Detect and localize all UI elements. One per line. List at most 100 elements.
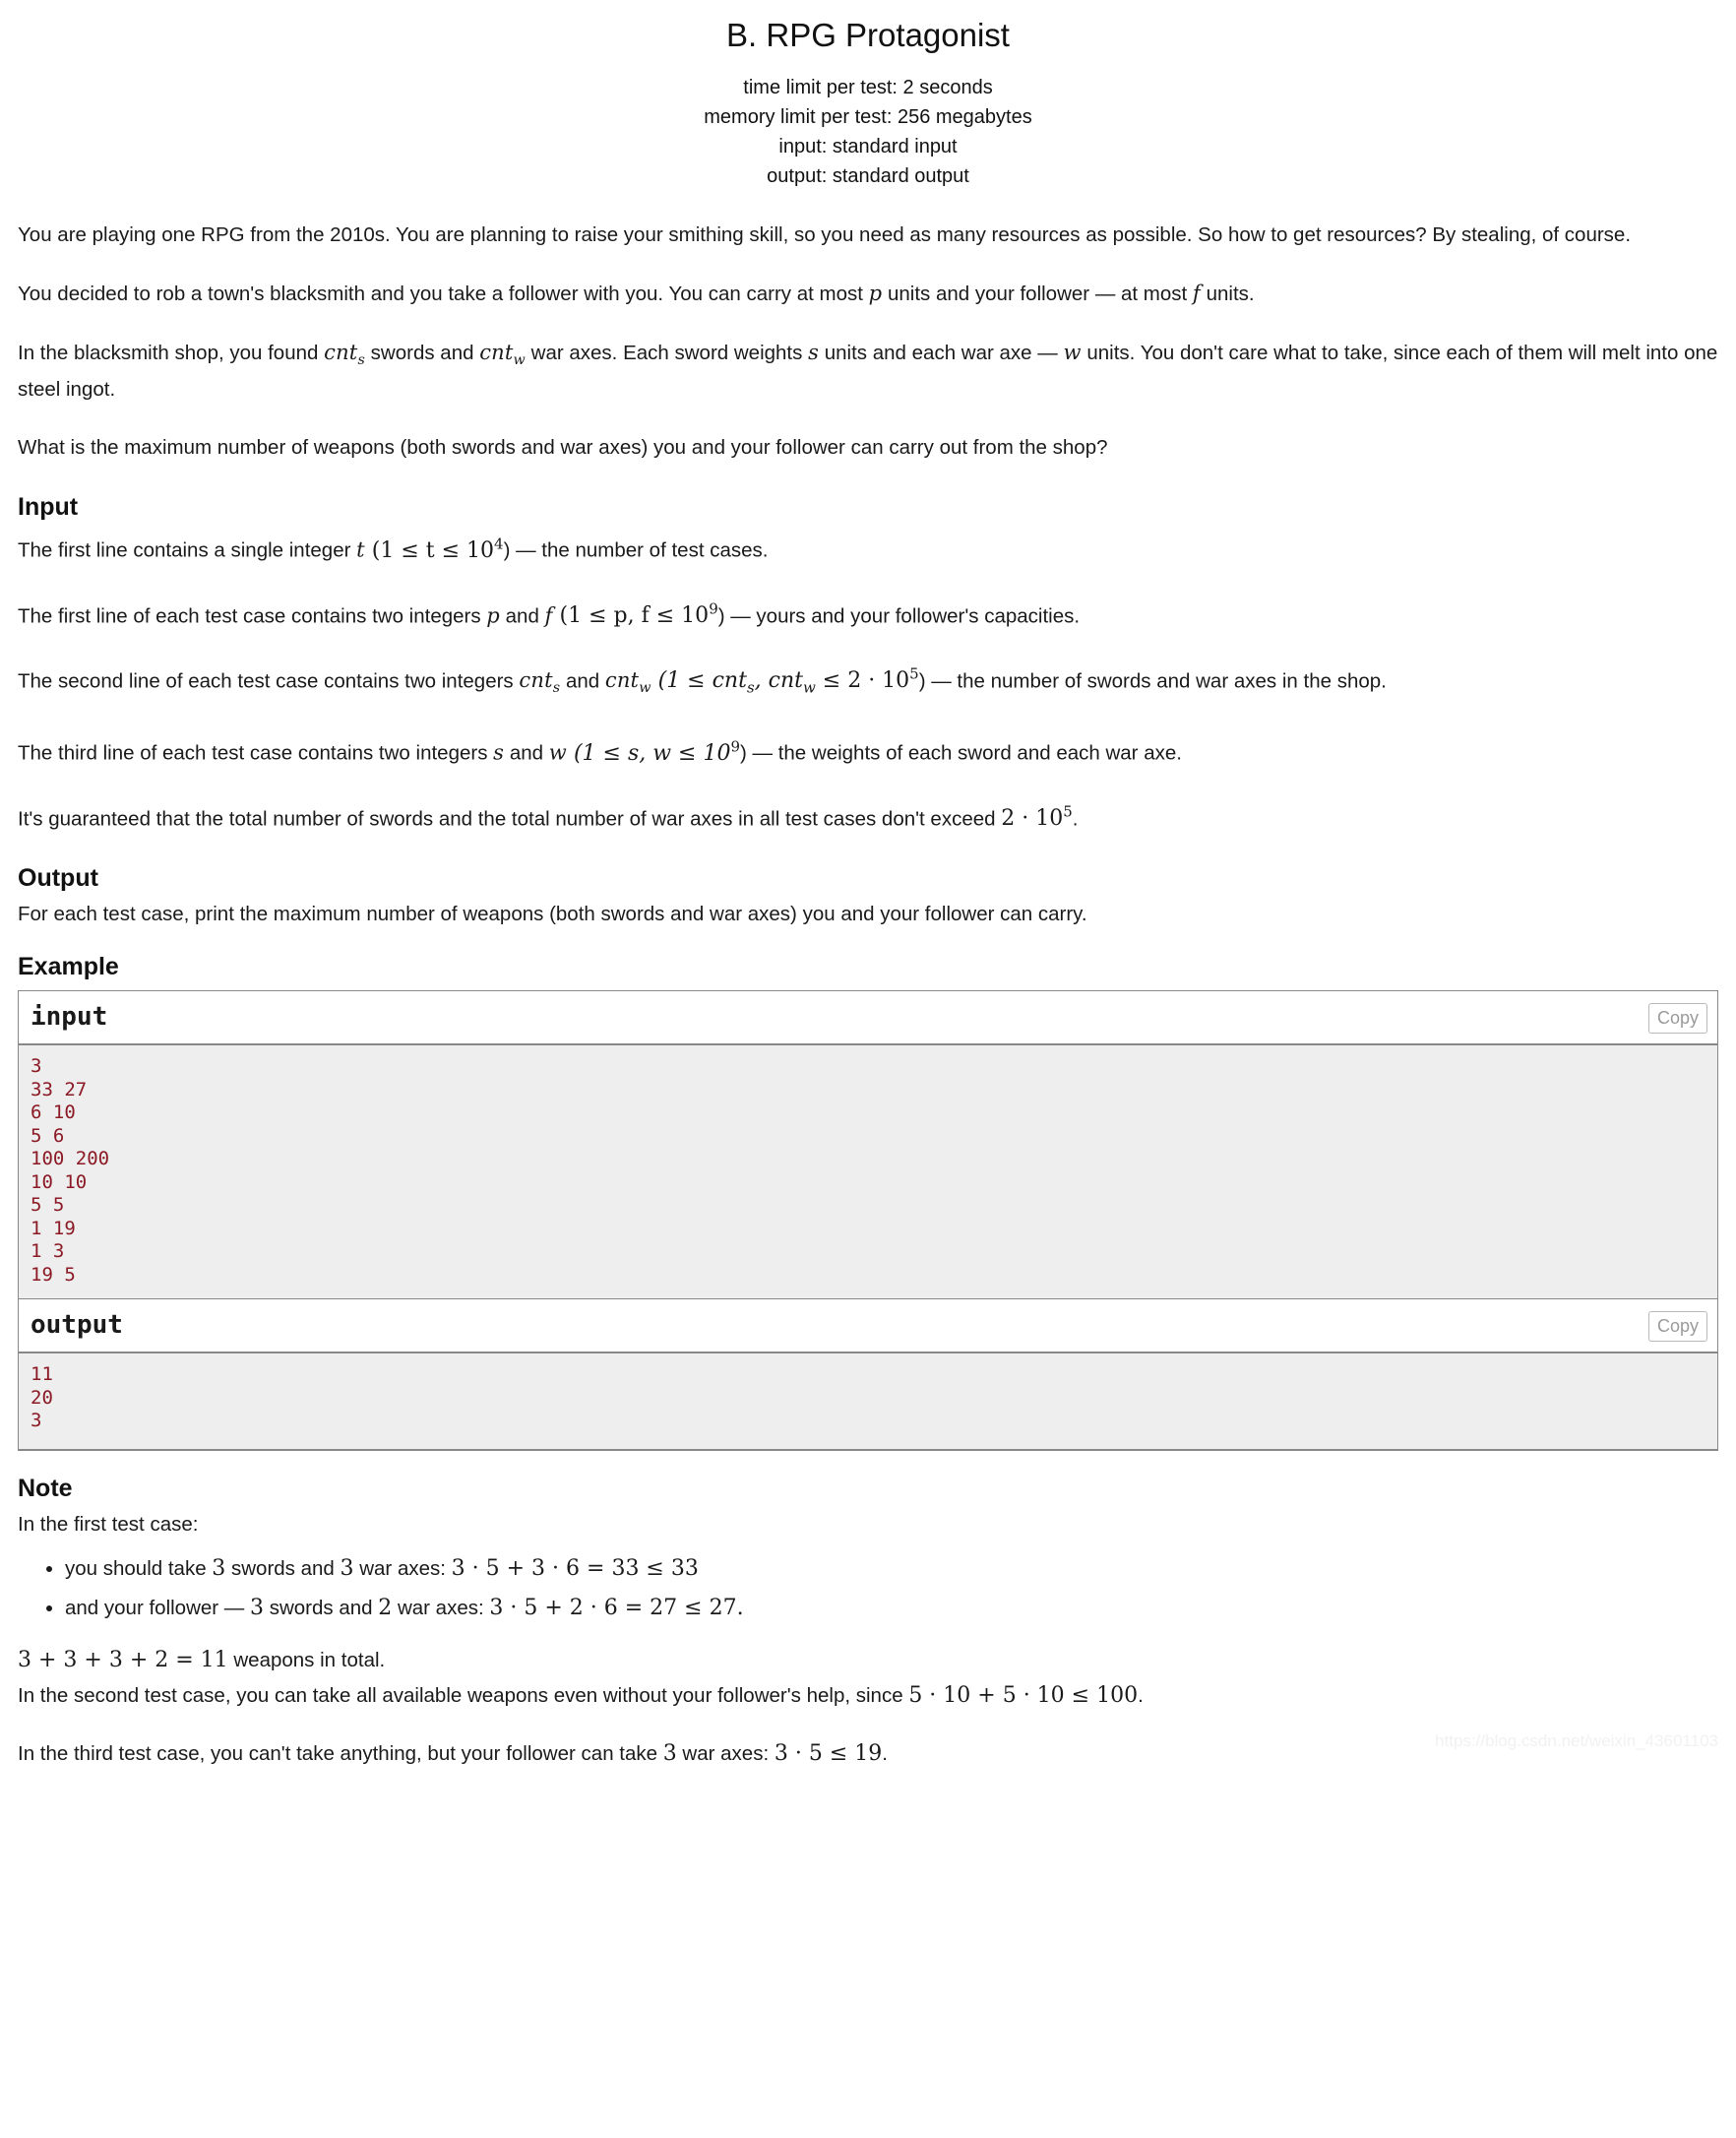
sample-tests-wrapper: input Copy 3 33 27 6 10 5 6 100 200 10 1… [0,990,1736,1451]
input-l3-math: (1 ≤ cnts, cntw ≤ 2 · 105 [657,664,919,697]
note-b2-c: war axes: [392,1596,490,1619]
note-total-line: 3 + 3 + 3 + 2 = 11 weapons in total. [18,1646,1718,1675]
input-l1-text-a: The first line contains a single integer [18,538,357,562]
input-l2-text-a: The first line of each test case contain… [18,603,487,627]
sample-tests: input Copy 3 33 27 6 10 5 6 100 200 10 1… [18,990,1718,1451]
sample-input-title-bar: input Copy [19,991,1717,1046]
input-l5-math: 2 · 105 [1001,802,1073,832]
note-b2-b: swords and [264,1596,379,1619]
legend-paragraph-1: You are playing one RPG from the 2010s. … [18,223,1632,246]
source-watermark: https://blog.csdn.net/weixin_43601103 [1435,1730,1718,1750]
math-var-w: w [1063,341,1082,364]
output-section-text: For each test case, print the maximum nu… [18,903,1087,926]
sample-output-block: output Copy 11 20 3 [19,1298,1717,1449]
legend-p3-text-c: war axes. Each sword weights [525,342,809,364]
note-b2-n1: 3 [250,1595,265,1620]
note-intro: In the first test case: [18,1512,199,1536]
input-l4-math: (1 ≤ s, w ≤ 109 [573,737,740,766]
note-b1-c: war axes: [353,1556,452,1580]
input-line-3: The second line of each test case contai… [18,660,1718,704]
copy-output-button[interactable]: Copy [1647,1311,1707,1343]
note-second-case: In the second test case, you can take al… [18,1681,1718,1711]
page-title: B. RPG Protagonist [726,17,1010,53]
legend-p3-text-a: In the blacksmith shop, you found [18,342,325,364]
math-var-f2: f [544,602,553,627]
note-second-math: 5 · 10 + 5 · 10 ≤ 100 [908,1682,1139,1708]
memory-limit-line: memory limit per test: 256 megabytes [704,106,1032,128]
note-total-math: 3 + 3 + 3 + 2 = 11 [18,1647,228,1672]
math-var-s2: s [493,740,505,765]
input-l3-text-a: The second line of each test case contai… [18,669,520,693]
note-third-a: In the third test case, you can't take a… [18,1741,663,1765]
math-var-cnt-w: cntw [479,341,526,369]
list-item: you should take 3 swords and 3 war axes:… [65,1549,1718,1589]
input-l2-math: (1 ≤ p, f ≤ 109 [559,599,718,628]
note-third-b: war axes: [676,1741,775,1765]
input-l2-text-b: ) — yours and your follower's capacities… [717,603,1081,627]
legend-p2-text-a: You decided to rob a town's blacksmith a… [18,283,869,305]
legend-paragraph-3: In the blacksmith shop, you found cnts s… [18,338,1718,405]
note-third-c: . [882,1741,888,1765]
sample-input-block: input Copy 3 33 27 6 10 5 6 100 200 10 1… [19,991,1717,1299]
input-l3-and: and [560,669,605,693]
math-var-p: p [868,282,883,305]
problem-page: B. RPG Protagonist time limit per test: … [0,0,1736,1769]
copy-input-button[interactable]: Copy [1647,1003,1707,1035]
time-limit-line: time limit per test: 2 seconds [743,77,993,98]
math-var-p2: p [486,602,500,627]
note-b1-a: you should take [65,1556,213,1580]
math-var-f: f [1192,282,1201,305]
example-heading: Example [18,953,119,981]
legend-p3-text-d: units and each war axe — [819,342,1064,364]
math-var-t: t [356,537,365,562]
math-var-cnt-s: cnts [324,341,365,369]
input-l1-text-b: ) — the number of test cases. [503,538,769,562]
note-second-b: . [1138,1683,1144,1707]
legend-p2-text-b: units and your follower — at most [882,283,1193,305]
input-l3-text-b: ) — the number of swords and war axes in… [918,669,1387,693]
math-var-cnt-w-2: cntw [604,668,651,697]
legend-p2-text-c: units. [1200,283,1255,305]
sample-output-label: output [31,1310,123,1341]
note-b1-n2: 3 [340,1555,354,1581]
math-var-cnt-s-2: cnts [519,668,561,697]
note-section: Note In the first test case: you should … [0,1473,1736,1769]
input-l4-text-b: ) — the weights of each sword and each w… [739,741,1182,765]
legend-paragraph-4: What is the maximum number of weapons (b… [18,436,1108,460]
note-bullet-list: you should take 3 swords and 3 war axes:… [18,1549,1718,1628]
sample-output-text: 11 20 3 [19,1353,1717,1449]
note-heading: Note [18,1474,73,1502]
input-l2-and: and [499,603,545,627]
problem-header: B. RPG Protagonist time limit per test: … [0,0,1736,191]
note-third-n: 3 [662,1740,677,1766]
legend-p3-text-b: swords and [364,342,480,364]
note-b1-math: 3 · 5 + 3 · 6 = 33 ≤ 33 [451,1555,699,1581]
note-third-math: 3 · 5 ≤ 19 [774,1740,883,1766]
note-b2-n2: 2 [378,1595,393,1620]
input-line-5: It's guaranteed that the total number of… [18,797,1718,834]
note-b2-math: 3 · 5 + 2 · 6 = 27 ≤ 27. [489,1595,744,1620]
input-line-4: The third line of each test case contain… [18,731,1718,768]
input-l5-text-a: It's guaranteed that the total number of… [18,807,1002,831]
sample-input-label: input [31,1002,108,1033]
note-total-text: weapons in total. [227,1648,386,1671]
problem-statement: You are playing one RPG from the 2010s. … [0,220,1736,982]
note-b1-n1: 3 [212,1555,226,1581]
input-spec-line: input: standard input [778,136,958,157]
sample-input-text: 3 33 27 6 10 5 6 100 200 10 10 5 5 1 19 … [19,1045,1717,1299]
input-l1-math: (1 ≤ t ≤ 104 [371,534,504,563]
input-line-1: The first line contains a single integer… [18,529,1718,565]
input-l4-and: and [504,741,549,765]
input-section-heading: Input [18,493,79,522]
list-item: and your follower — 3 swords and 2 war a… [65,1589,1718,1628]
sample-output-title-bar: output Copy [19,1299,1717,1354]
output-section-heading: Output [18,864,98,893]
legend-paragraph-2: You decided to rob a town's blacksmith a… [18,279,1718,309]
input-l5-text-b: . [1072,807,1079,831]
note-second-a: In the second test case, you can take al… [18,1683,909,1707]
note-b2-a: and your follower — [65,1596,251,1619]
math-var-s: s [808,341,820,364]
input-l4-text-a: The third line of each test case contain… [18,741,494,765]
input-line-2: The first line of each test case contain… [18,595,1718,631]
math-var-w2: w [548,740,567,765]
